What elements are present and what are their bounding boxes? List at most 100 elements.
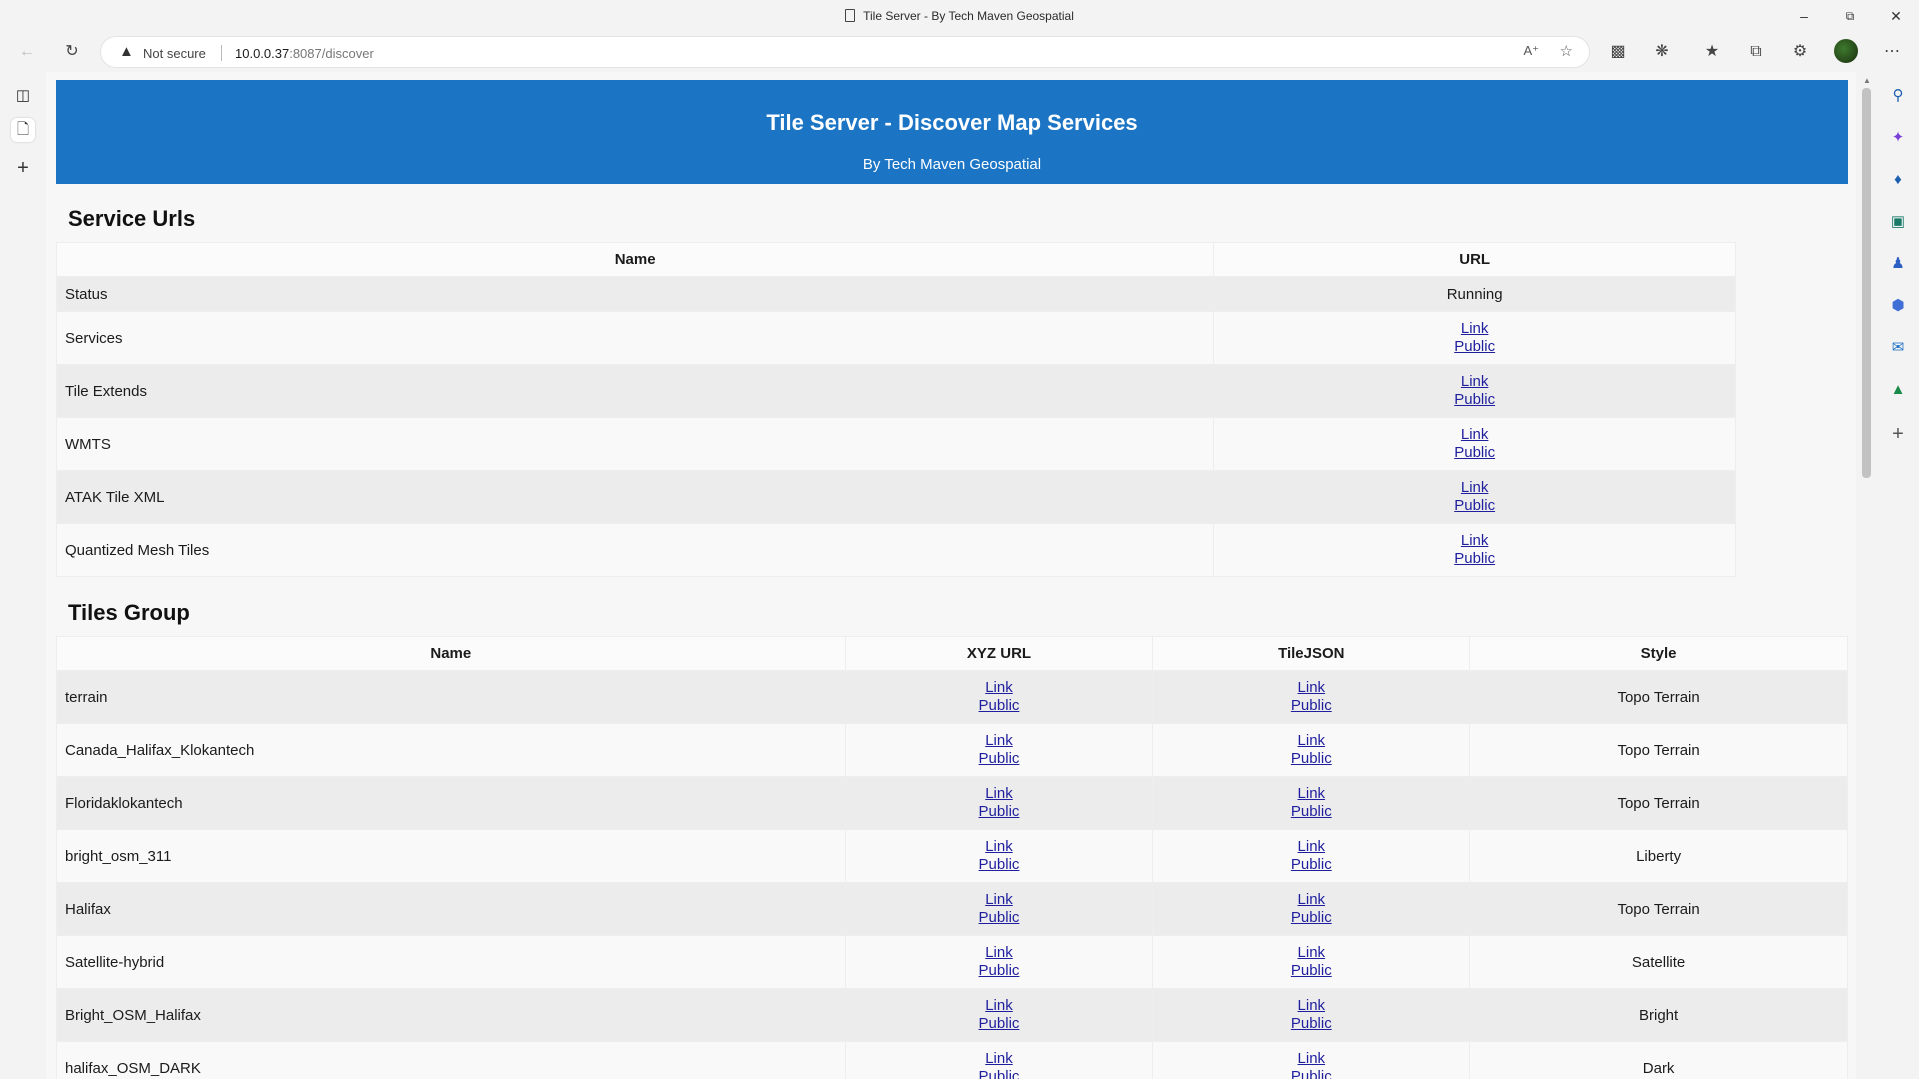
new-tab-icon[interactable]: +	[11, 156, 35, 180]
active-tab-icon[interactable]: 🗋	[11, 118, 35, 142]
add-sidebar-app-icon[interactable]: +	[1886, 422, 1910, 446]
xyz-link[interactable]: Link	[846, 838, 1153, 856]
scroll-up-arrow-icon[interactable]: ▲	[1863, 76, 1871, 85]
xyz-link[interactable]: Link	[846, 891, 1153, 909]
service-links: Link Public	[1213, 311, 1736, 365]
table-row: Status Running	[55, 276, 1736, 312]
xyz-public-link[interactable]: Public	[846, 962, 1153, 980]
tilejson-link[interactable]: Link	[1153, 679, 1469, 697]
copilot-icon[interactable]: ✦	[1886, 126, 1910, 150]
xyz-public-link[interactable]: Public	[846, 1068, 1153, 1079]
minimize-button[interactable]: –	[1794, 6, 1814, 26]
extension-icon[interactable]: ▩	[1606, 40, 1630, 64]
table-row: Services Link Public	[55, 311, 1736, 365]
read-aloud-icon[interactable]: A⁺	[1523, 43, 1539, 59]
xyz-link[interactable]: Link	[846, 679, 1153, 697]
tilejson-public-link[interactable]: Public	[1153, 962, 1469, 980]
not-secure-label[interactable]: Not secure	[143, 46, 206, 61]
outlook-icon[interactable]: ✉	[1886, 336, 1910, 360]
games-icon[interactable]: ♟	[1886, 252, 1910, 276]
tab-actions-icon[interactable]: ◫	[11, 84, 35, 108]
tilejson-public-link[interactable]: Public	[1153, 856, 1469, 874]
tilejson-public-link[interactable]: Public	[1153, 750, 1469, 768]
restore-button[interactable]: ⧉	[1840, 6, 1860, 26]
xyz-links: Link Public	[844, 935, 1154, 989]
service-link[interactable]: Link	[1214, 532, 1735, 550]
xyz-public-link[interactable]: Public	[846, 909, 1153, 927]
xyz-link[interactable]: Link	[846, 944, 1153, 962]
edge-sidebar: ⚲ ✦ ♦ ▣ ♟ ⬢ ✉ ▲ +	[1878, 72, 1919, 1079]
warning-icon[interactable]: ▲	[119, 43, 134, 60]
xyz-public-link[interactable]: Public	[846, 803, 1153, 821]
page-scrollbar[interactable]: ▲	[1856, 72, 1878, 1079]
service-link[interactable]: Link	[1214, 479, 1735, 497]
xyz-link[interactable]: Link	[846, 785, 1153, 803]
scroll-thumb[interactable]	[1862, 88, 1871, 478]
refresh-icon[interactable]: ↻	[60, 40, 84, 64]
tile-name: Satellite-hybrid	[56, 935, 846, 989]
column-header-name: Name	[56, 636, 846, 671]
tilejson-public-link[interactable]: Public	[1153, 1068, 1469, 1079]
tilejson-links: Link Public	[1152, 988, 1471, 1042]
xyz-public-link[interactable]: Public	[846, 856, 1153, 874]
profile-avatar[interactable]	[1834, 39, 1858, 63]
more-menu-icon[interactable]: ⋯	[1880, 40, 1904, 64]
tilejson-public-link[interactable]: Public	[1153, 1015, 1469, 1033]
tile-style: Satellite	[1469, 935, 1848, 989]
shopping-tag-icon[interactable]: ♦	[1886, 168, 1910, 192]
back-icon[interactable]: ←	[15, 40, 39, 64]
tilejson-link[interactable]: Link	[1153, 997, 1469, 1015]
service-link[interactable]: Link	[1214, 426, 1735, 444]
close-window-button[interactable]: ✕	[1886, 6, 1906, 26]
column-header-tilejson: TileJSON	[1152, 636, 1471, 671]
table-row: terrain Link Public Link Public Topo Terra…	[56, 670, 1848, 724]
favorites-icon[interactable]: ★	[1700, 40, 1724, 64]
tilejson-link[interactable]: Link	[1153, 944, 1469, 962]
tile-name: Canada_Halifax_Klokantech	[56, 723, 846, 777]
extensions-puzzle-icon[interactable]: ❋	[1650, 40, 1674, 64]
browser-essentials-icon[interactable]: ⚙	[1788, 40, 1812, 64]
xyz-link[interactable]: Link	[846, 997, 1153, 1015]
collections-icon[interactable]: ⧉	[1744, 40, 1768, 64]
favorite-star-icon[interactable]: ☆	[1560, 42, 1573, 60]
tools-briefcase-icon[interactable]: ▣	[1886, 210, 1910, 234]
xyz-public-link[interactable]: Public	[846, 697, 1153, 715]
service-link[interactable]: Link	[1214, 320, 1735, 338]
tilejson-public-link[interactable]: Public	[1153, 803, 1469, 821]
tilejson-public-link[interactable]: Public	[1153, 697, 1469, 715]
xyz-public-link[interactable]: Public	[846, 750, 1153, 768]
tilejson-links: Link Public	[1152, 776, 1471, 830]
service-links: Link Public	[1213, 364, 1736, 418]
xyz-link[interactable]: Link	[846, 1050, 1153, 1068]
service-public-link[interactable]: Public	[1214, 338, 1735, 356]
document-icon	[845, 9, 856, 22]
service-name: ATAK Tile XML	[55, 470, 1215, 524]
table-row: halifax_OSM_DARK Link Public Link Public D…	[56, 1041, 1848, 1079]
xyz-link[interactable]: Link	[846, 732, 1153, 750]
service-links: Link Public	[1213, 417, 1736, 471]
table-row: ATAK Tile XML Link Public	[55, 470, 1736, 524]
microsoft-365-icon[interactable]: ⬢	[1886, 294, 1910, 318]
page-title: Tile Server - Discover Map Services	[766, 110, 1138, 135]
url-text[interactable]: 10.0.0.37:8087/discover	[235, 46, 374, 61]
tilejson-public-link[interactable]: Public	[1153, 909, 1469, 927]
xyz-public-link[interactable]: Public	[846, 1015, 1153, 1033]
service-urls-table: Name URL Status Running Services Link Pub…	[55, 242, 1736, 577]
tilejson-link[interactable]: Link	[1153, 838, 1469, 856]
tile-style: Topo Terrain	[1469, 776, 1848, 830]
tilejson-link[interactable]: Link	[1153, 785, 1469, 803]
service-public-link[interactable]: Public	[1214, 550, 1735, 568]
tilejson-link[interactable]: Link	[1153, 891, 1469, 909]
search-icon[interactable]: ⚲	[1886, 84, 1910, 108]
service-public-link[interactable]: Public	[1214, 391, 1735, 409]
service-links: Link Public	[1213, 470, 1736, 524]
service-public-link[interactable]: Public	[1214, 444, 1735, 462]
service-link[interactable]: Link	[1214, 373, 1735, 391]
service-name: Tile Extends	[55, 364, 1215, 418]
drop-icon[interactable]: ▲	[1886, 378, 1910, 402]
service-public-link[interactable]: Public	[1214, 497, 1735, 515]
tilejson-link[interactable]: Link	[1153, 1050, 1469, 1068]
tilejson-link[interactable]: Link	[1153, 732, 1469, 750]
tiles-group-heading: Tiles Group	[68, 600, 190, 625]
address-bar[interactable]: ▲ Not secure 10.0.0.37:8087/discover A⁺ …	[100, 36, 1590, 68]
